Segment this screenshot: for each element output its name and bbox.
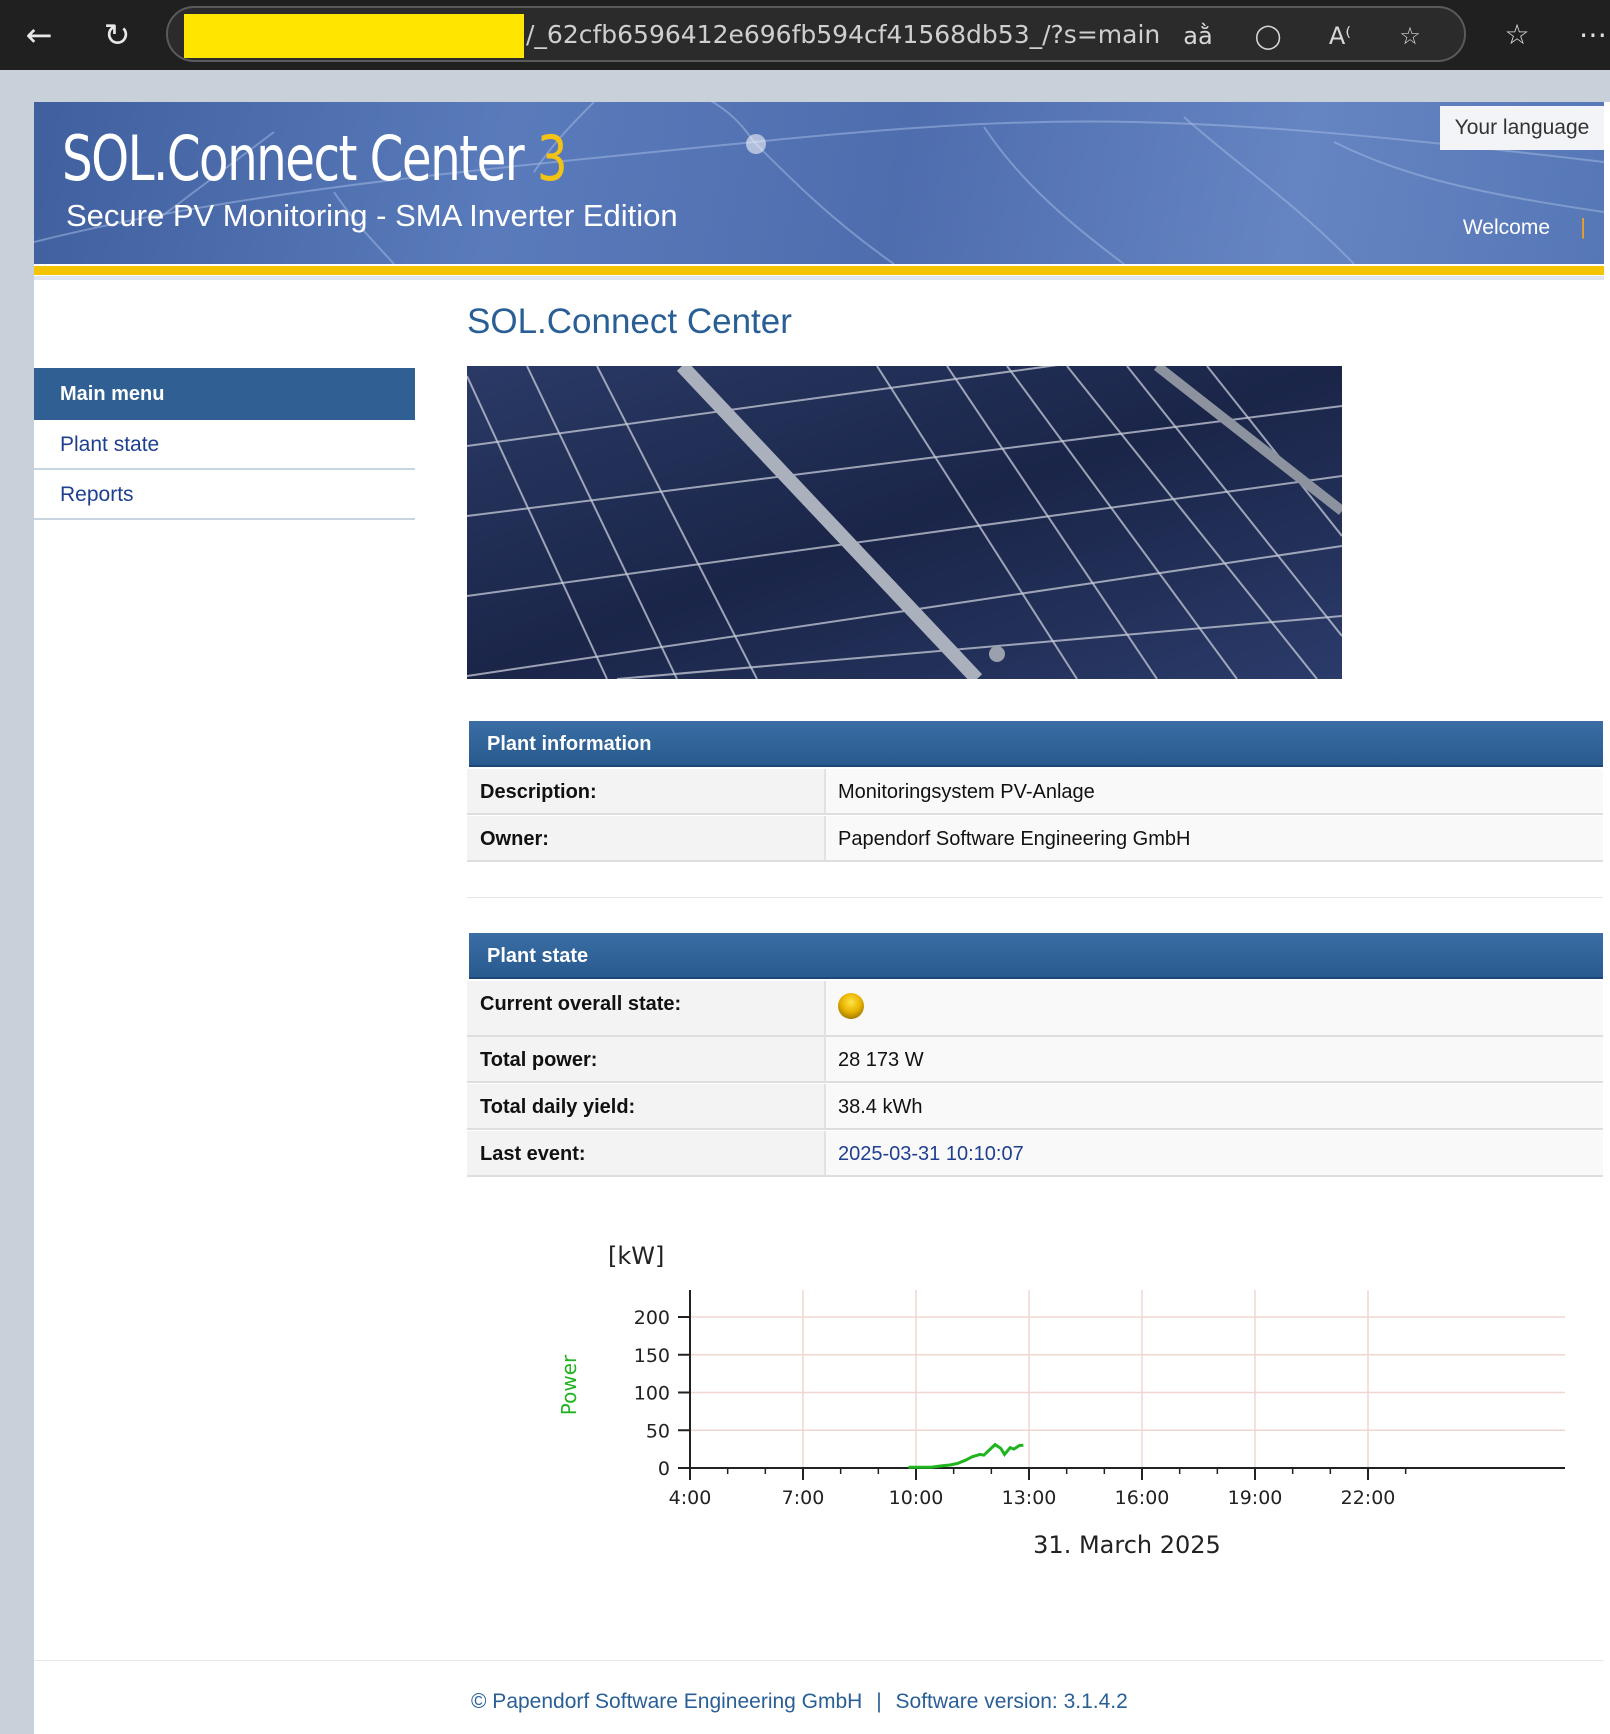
row-label: Last event:	[467, 1131, 826, 1175]
last-event-link[interactable]: 2025-03-31 10:10:07	[838, 1131, 1024, 1177]
reload-icon[interactable]: ↻	[96, 14, 138, 56]
main-menu-heading: Main menu	[34, 368, 415, 420]
y-tick-label: 100	[634, 1383, 670, 1405]
favorites-list-icon[interactable]: ☆	[1494, 14, 1540, 56]
y-tick-label: 200	[634, 1307, 670, 1329]
row-label: Description:	[467, 769, 826, 813]
url-text: /_62cfb6596412e696fb594cf41568db53_/?s=m…	[526, 20, 1161, 49]
header-banner: SOL.Connect Center 3 Secure PV Monitorin…	[34, 102, 1604, 264]
row-label: Total power:	[467, 1037, 826, 1081]
more-menu-icon[interactable]: ⋯	[1570, 14, 1610, 56]
footer-divider	[34, 1660, 1604, 1661]
language-button[interactable]: Your language	[1440, 106, 1604, 150]
table-row: Description: Monitoringsystem PV-Anlage	[467, 769, 1603, 815]
power-chart: [kW] Power 31. March 2025 0 50 100 150 200 4:…	[557, 1242, 1565, 1559]
x-tick-label: 22:00	[1341, 1487, 1396, 1509]
x-tick-label: 19:00	[1228, 1487, 1283, 1509]
tagline: Secure PV Monitoring - SMA Inverter Edit…	[66, 198, 678, 233]
row-label: Owner:	[467, 816, 826, 860]
power-series-line	[908, 1442, 1024, 1469]
welcome-link[interactable]: Welcome	[1463, 216, 1550, 240]
plant-information-heading: Plant information	[469, 721, 1603, 767]
table-row: Total daily yield: 38.4 kWh	[467, 1084, 1603, 1130]
row-label: Total daily yield:	[467, 1084, 826, 1128]
table-row: Current overall state:	[467, 981, 1603, 1037]
redaction-box	[184, 14, 524, 58]
x-tick-label: 4:00	[669, 1487, 712, 1509]
footer-separator: |	[876, 1690, 882, 1713]
y-tick-label: 50	[646, 1420, 670, 1442]
x-tick-label: 7:00	[782, 1487, 825, 1509]
table-row: Owner: Papendorf Software Engineering Gm…	[467, 816, 1603, 862]
address-bar[interactable]: /_62cfb6596412e696fb594cf41568db53_/?s=m…	[166, 6, 1466, 62]
read-aloud-icon[interactable]: A⁽	[1320, 18, 1360, 54]
plant-state-heading: Plant state	[469, 933, 1603, 979]
y-tick-label: 150	[634, 1345, 670, 1367]
header-accent-bar	[34, 266, 1604, 275]
header-underline	[34, 276, 1604, 280]
sidebar-item-reports[interactable]: Reports	[34, 470, 415, 520]
edge-icon[interactable]: ◯	[1248, 18, 1288, 54]
row-label: Current overall state:	[467, 981, 826, 1035]
header-separator: |	[1580, 214, 1586, 239]
browser-toolbar: ← ↻ /_62cfb6596412e696fb594cf41568db53_/…	[0, 0, 1610, 70]
footer: © Papendorf Software Engineering GmbH | …	[471, 1690, 1128, 1714]
page-title: SOL.Connect Center	[467, 302, 792, 341]
x-tick-label: 10:00	[889, 1487, 944, 1509]
section-divider	[467, 897, 1603, 898]
brand-logo: SOL.Connect Center 3	[62, 122, 568, 195]
x-tick-label: 13:00	[1002, 1487, 1057, 1509]
unit-label: [kW]	[608, 1242, 664, 1270]
x-tick-label: 16:00	[1115, 1487, 1170, 1509]
status-indicator-icon	[838, 993, 864, 1019]
x-axis-label: 31. March 2025	[1033, 1531, 1221, 1559]
y-tick-label: 0	[658, 1458, 670, 1480]
row-value: 38.4 kWh	[838, 1096, 923, 1118]
software-version: Software version: 3.1.4.2	[895, 1690, 1128, 1713]
row-value: 28 173 W	[838, 1049, 924, 1071]
table-row: Last event: 2025-03-31 10:10:07	[467, 1131, 1603, 1177]
solar-panel-illustration	[467, 366, 1342, 679]
table-row: Total power: 28 173 W	[467, 1037, 1603, 1083]
sidebar-item-plant-state[interactable]: Plant state	[34, 420, 415, 470]
favorite-star-icon[interactable]: ☆	[1390, 18, 1430, 54]
solar-panel-image	[467, 366, 1342, 679]
translate-icon[interactable]: aằ	[1178, 18, 1218, 54]
back-arrow-icon[interactable]: ←	[18, 14, 60, 56]
row-value: Papendorf Software Engineering GmbH	[838, 828, 1191, 850]
row-value: Monitoringsystem PV-Anlage	[838, 781, 1095, 803]
y-axis-label: Power	[557, 1354, 581, 1415]
copyright-text: © Papendorf Software Engineering GmbH	[471, 1690, 863, 1713]
